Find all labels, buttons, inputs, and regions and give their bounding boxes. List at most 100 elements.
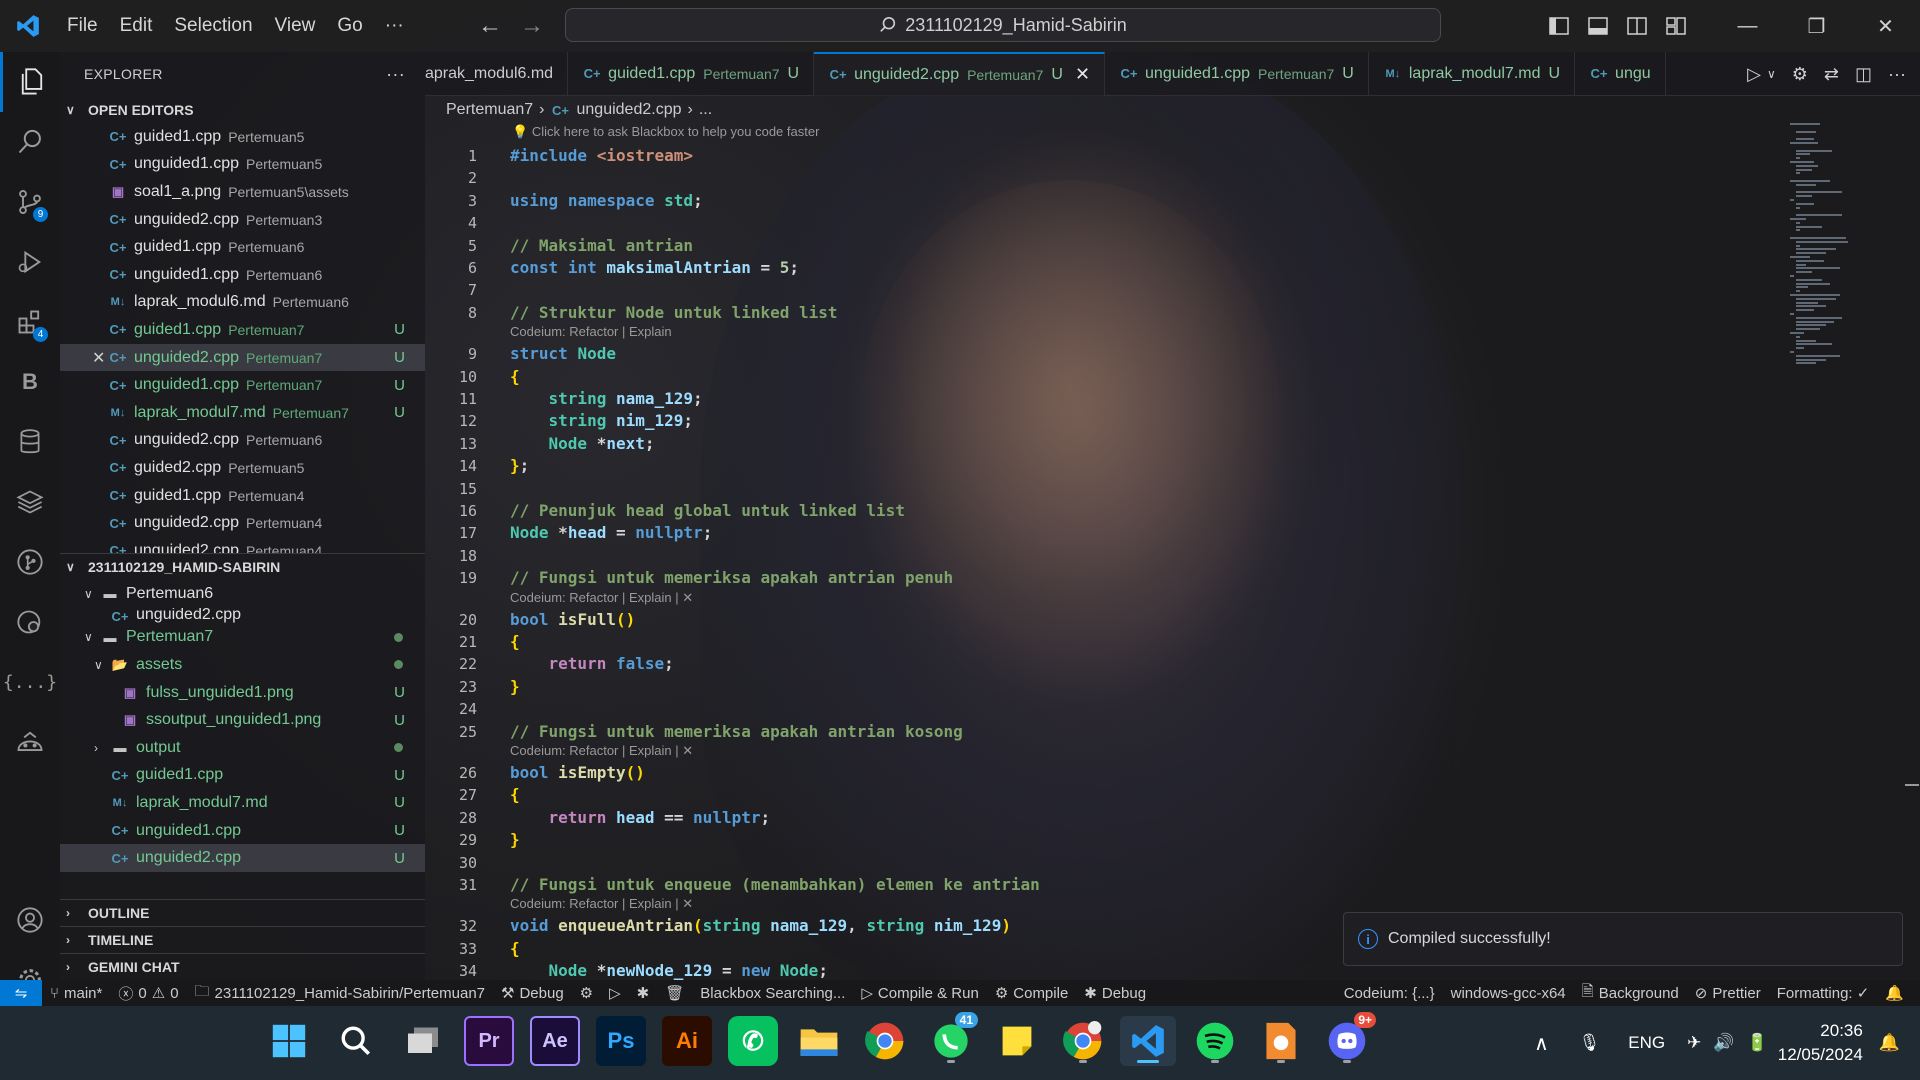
prettier-status[interactable]: ⊘ Prettier [1687,984,1769,1003]
blackbox-icon[interactable]: B [0,352,60,412]
editor-tab[interactable]: C+ unguided1.cpp Pertemuan7 U [1105,51,1369,96]
close-icon[interactable]: ✕ [92,348,105,368]
restore-icon[interactable]: ❐ [1782,14,1851,39]
network-icon[interactable]: ✈ [1687,1033,1701,1053]
tree-item[interactable]: ∨ ▬ Pertemuan7 [60,624,425,652]
open-editor-item[interactable]: M↓ laprak_modul7.md Pertemuan7 U [60,399,425,427]
tree-item[interactable]: C+ guided1.cpp U [60,762,425,790]
extensions-icon[interactable]: 4 [0,292,60,352]
copilot-icon[interactable] [0,712,60,772]
remote-indicator-icon[interactable]: ⇋ [0,980,42,1006]
open-editor-item[interactable]: C+ guided2.cpp Pertemuan5 [60,454,425,482]
customize-layout-icon[interactable] [1656,17,1695,35]
open-editor-item[interactable]: C+ guided1.cpp Pertemuan7 U [60,316,425,344]
workspace-header[interactable]: ∨ 2311102129_HAMID-SABIRIN [60,553,425,580]
chrome-icon[interactable] [860,1016,910,1066]
microphone-icon[interactable]: 🎙 [1579,1033,1601,1053]
blackbox-hint[interactable]: 💡 Click here to ask Blackbox to help you… [512,124,819,140]
search-activity-icon[interactable] [0,112,60,172]
illustrator-icon[interactable]: Ai [662,1016,712,1066]
breadcrumb-more[interactable]: ... [699,101,712,119]
settings-status-icon[interactable]: ⚙ [572,984,601,1002]
compile-run-status[interactable]: ▷ Compile & Run [853,984,986,1003]
close-icon[interactable]: ✕ [1075,64,1090,85]
compile-status[interactable]: ⚙ Compile [987,984,1076,1003]
tree-item[interactable]: C+ unguided2.cpp U [60,844,425,872]
menu-go[interactable]: Go [326,0,373,52]
volume-icon[interactable]: 🔊 [1713,1033,1734,1053]
bug-status-icon[interactable]: ✱ [629,984,658,1002]
trash-status-icon[interactable]: 🗑 [657,984,692,1002]
tree-item[interactable]: M↓ laprak_modul7.md U [60,789,425,817]
menu-edit[interactable]: Edit [109,0,164,52]
tree-item[interactable]: ▣ ssoutput_unguided1.png U [60,706,425,734]
formatting-status[interactable]: Formatting: ✓ [1769,984,1878,1002]
tree-item[interactable]: › ▬ output [60,734,425,762]
explorer-icon[interactable] [0,52,60,112]
pdf-app-icon[interactable] [1256,1016,1306,1066]
open-editor-item[interactable]: C+ unguided2.cpp Pertemuan3 [60,206,425,234]
taskbar-search-icon[interactable] [331,1016,381,1066]
gemini-chat-header[interactable]: › GEMINI CHAT [60,953,425,980]
file-explorer-icon[interactable] [794,1016,844,1066]
background-status[interactable]: 🗎 Background [1574,981,1687,1006]
gear-icon[interactable]: ⚙ [1792,64,1808,85]
json-icon[interactable]: {...} [0,652,60,712]
debug-status[interactable]: ⚒ Debug [493,984,572,1003]
editor-tab[interactable]: C+ unguided2.cpp Pertemuan7 U ✕ [814,51,1106,96]
remote-explorer-icon[interactable] [0,592,60,652]
breadcrumb-file[interactable]: unguided2.cpp [577,101,682,119]
run-status-icon[interactable]: ▷ [601,984,629,1002]
open-editors-header[interactable]: ∨ OPEN EDITORS [60,96,425,123]
codeium-codelens[interactable]: Codeium: Refactor | Explain | ✕ [510,588,693,608]
premiere-pro-icon[interactable]: Pr [464,1016,514,1066]
branch-status[interactable]: ⑂ main* [42,985,110,1002]
clock[interactable]: 20:36 12/05/2024 [1778,1019,1863,1067]
codeium-status[interactable]: Codeium: {...} [1336,985,1443,1002]
tree-item[interactable]: C+ unguided1.cpp U [60,817,425,845]
task-view-icon[interactable] [398,1016,448,1066]
tree-item[interactable]: C+ unguided2.cpp [60,608,425,624]
folder-status[interactable]: 🗀 2311102129_Hamid-Sabirin/Pertemuan7 [187,981,493,1006]
sticky-notes-icon[interactable] [992,1016,1042,1066]
scrollbar[interactable] [1905,123,1919,978]
open-editor-item[interactable]: C+ unguided2.cpp Pertemuan4 [60,537,425,553]
photoshop-icon[interactable]: Ps [596,1016,646,1066]
spotify-icon[interactable] [1190,1016,1240,1066]
problems-status[interactable]: ⓧ 0 ⚠ 0 [110,983,186,1004]
run-debug-icon[interactable] [0,232,60,292]
open-editor-item[interactable]: ▣ soal1_a.png Pertemuan5\assets [60,178,425,206]
command-center-search[interactable]: 2311102129_Hamid-Sabirin [565,8,1441,42]
menu-view[interactable]: View [264,0,327,52]
open-editor-item[interactable]: C+ unguided1.cpp Pertemuan5 [60,151,425,179]
after-effects-icon[interactable]: Ae [530,1016,580,1066]
more-actions-icon[interactable]: ··· [386,64,405,85]
debug2-status[interactable]: ✱ Debug [1076,984,1154,1003]
menu-more[interactable]: ··· [374,0,415,52]
open-editor-item[interactable]: C+ guided1.cpp Pertemuan5 [60,123,425,151]
tree-item[interactable]: ∨ 📂 assets [60,651,425,679]
accounts-icon[interactable] [0,890,60,950]
run-icon[interactable]: ▷ [1747,64,1761,85]
close-icon[interactable]: ✕ [1851,14,1920,39]
open-editor-item[interactable]: C+ guided1.cpp Pertemuan6 [60,233,425,261]
whatsapp-icon[interactable]: 41 [926,1012,978,1066]
breadcrumb-folder[interactable]: Pertemuan7 [446,101,533,119]
source-control-icon[interactable]: 9 [0,172,60,232]
menu-file[interactable]: File [56,0,109,52]
tree-item[interactable]: ∨ ▬ Pertemuan6 [60,580,425,608]
layers-icon[interactable] [0,472,60,532]
forward-arrow-icon[interactable]: → [520,12,544,40]
toggle-primary-sidebar-icon[interactable] [1539,17,1578,35]
minimize-icon[interactable]: — [1713,15,1782,38]
editor-tab[interactable]: aprak_modul6.md [425,51,569,96]
back-arrow-icon[interactable]: ← [478,12,502,40]
discord-icon[interactable]: 9+ [1322,1012,1376,1066]
blackbox-status[interactable]: Blackbox Searching... [692,985,853,1002]
git-graph-icon[interactable] [0,532,60,592]
chevron-down-icon[interactable]: ∨ [1767,67,1776,81]
open-editor-item[interactable]: M↓ laprak_modul6.md Pertemuan6 [60,289,425,317]
timeline-header[interactable]: › TIMELINE [60,926,425,953]
chrome-profile-icon[interactable] [1058,1016,1108,1066]
open-editor-item[interactable]: C+ unguided1.cpp Pertemuan6 [60,261,425,289]
